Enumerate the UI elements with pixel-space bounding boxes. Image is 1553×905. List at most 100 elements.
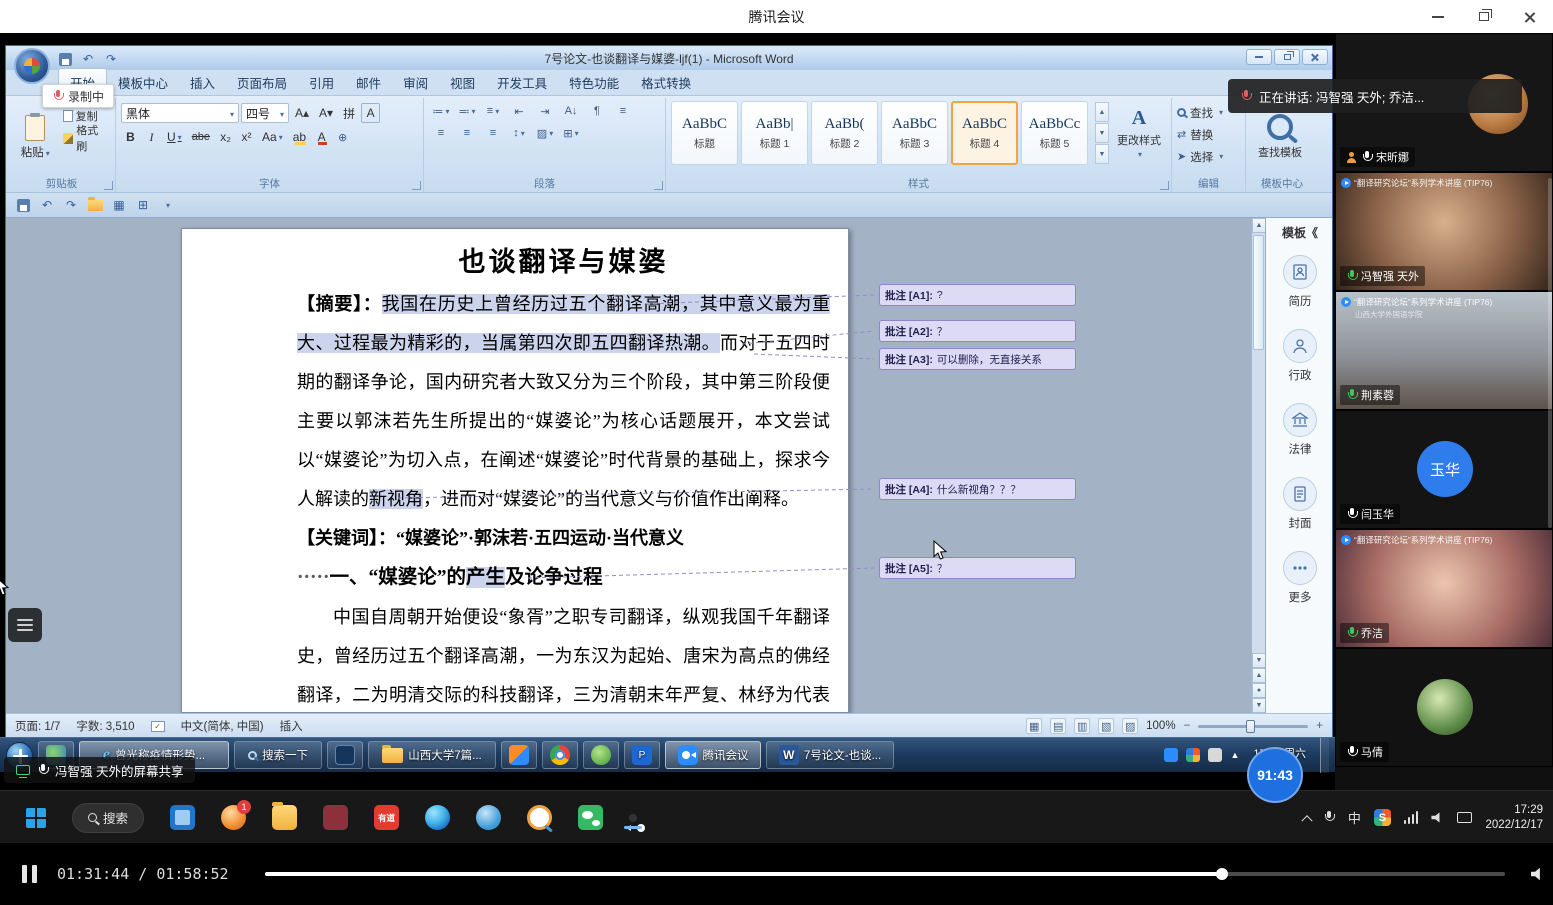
open-button[interactable] xyxy=(86,196,104,214)
style-item-heading2[interactable]: AaBb(标题 2 xyxy=(811,101,878,165)
task-view-button[interactable] xyxy=(170,805,195,830)
comment-a5[interactable]: 批注 [A5]:？ xyxy=(879,557,1076,579)
grow-font-button[interactable]: A▴ xyxy=(291,103,313,123)
folder-window-button[interactable]: 山西大学7篇... xyxy=(368,741,496,769)
edge-button[interactable] xyxy=(425,805,450,830)
participant-tile-fengzhiqiang[interactable]: “翻译研究论坛”系列学术讲座 (TIP76) 冯智强 天外 xyxy=(1335,172,1553,291)
shading-button[interactable]: ▨ xyxy=(533,123,557,143)
sogou-icon[interactable]: S xyxy=(1374,809,1391,826)
start-button[interactable] xyxy=(26,808,46,828)
comment-a4[interactable]: 批注 [A4]:什么新视角？？？ xyxy=(879,478,1076,500)
undo-button[interactable]: ↶ xyxy=(38,196,56,214)
meeting-toolbar-toggle[interactable] xyxy=(8,608,42,642)
fullscreen-view-button[interactable]: ▤ xyxy=(1050,718,1066,734)
styles-scroll-up-button[interactable]: ▲ xyxy=(1095,102,1109,122)
page-indicator[interactable]: 页面: 1/7 xyxy=(15,718,60,734)
seek-bar[interactable] xyxy=(265,872,1505,876)
volume-icon[interactable] xyxy=(1531,867,1547,882)
line-spacing-button[interactable]: ↕ xyxy=(507,123,531,143)
next-page-button[interactable]: ▼ xyxy=(1252,698,1266,713)
template-panel-header[interactable]: 模板《 xyxy=(1282,224,1318,241)
highlight-color-button[interactable]: ab xyxy=(289,127,310,147)
zoom-slider-thumb[interactable] xyxy=(1246,720,1255,733)
tab-page-layout[interactable]: 页面布局 xyxy=(226,69,298,95)
style-item-heading4[interactable]: AaBbC标题 4 xyxy=(951,101,1018,165)
template-item-more[interactable]: 更多 xyxy=(1283,551,1317,605)
desktop-window-button[interactable] xyxy=(327,741,363,769)
tab-references[interactable]: 引用 xyxy=(298,69,345,95)
redo-button[interactable]: ↷ xyxy=(102,50,120,68)
voice-input-icon[interactable] xyxy=(1324,811,1335,824)
template-item-law[interactable]: 法律 xyxy=(1283,403,1317,457)
show-desktop-button[interactable] xyxy=(1320,738,1329,773)
draw-borders-button[interactable]: ⊞ xyxy=(134,196,152,214)
align-left-button[interactable]: ≡ xyxy=(611,101,635,121)
justify-button[interactable]: ≡ xyxy=(481,123,505,143)
search-window-button[interactable]: 搜索一下 xyxy=(234,741,322,769)
styles-more-button[interactable]: ▼ xyxy=(1095,144,1109,164)
phonetic-guide-button[interactable]: 拼 xyxy=(339,103,359,123)
tray-icon[interactable] xyxy=(1186,748,1200,762)
scroll-down-button[interactable]: ▼ xyxy=(1252,653,1266,668)
web-layout-view-button[interactable]: ▥ xyxy=(1074,718,1090,734)
close-button[interactable] xyxy=(1507,0,1553,33)
print-layout-view-button[interactable]: ▦ xyxy=(1026,718,1042,734)
comment-a1[interactable]: 批注 [A1]:? xyxy=(879,284,1076,306)
styles-scroll-down-button[interactable]: ▼ xyxy=(1095,123,1109,143)
ime-indicator[interactable]: 中 xyxy=(1348,808,1361,827)
style-item-heading3[interactable]: AaBbC标题 3 xyxy=(881,101,948,165)
save-button[interactable] xyxy=(14,196,32,214)
select-button[interactable]: ➤选择 xyxy=(1177,147,1240,166)
meeting-app-button[interactable] xyxy=(629,814,637,822)
style-item-heading1[interactable]: AaBb|标题 1 xyxy=(741,101,808,165)
previous-page-button[interactable]: ▲ xyxy=(1252,668,1266,683)
pause-button[interactable] xyxy=(22,865,37,883)
template-item-cover[interactable]: 封面 xyxy=(1283,477,1317,531)
browser-360-button[interactable] xyxy=(583,741,619,769)
network-icon[interactable] xyxy=(1404,812,1419,824)
tab-review[interactable]: 审阅 xyxy=(392,69,439,95)
video-app-button[interactable] xyxy=(501,741,537,769)
office-button[interactable] xyxy=(14,48,50,84)
paste-button[interactable]: 粘贴 xyxy=(13,101,58,173)
bullets-button[interactable]: ≔ xyxy=(429,101,453,121)
enclose-characters-button[interactable]: ⊕ xyxy=(333,127,352,147)
font-size-select[interactable]: 四号 xyxy=(241,103,289,123)
vertical-scrollbar[interactable]: ▲ ▼ ▲ ● ▼ xyxy=(1251,218,1265,713)
clipboard-dialog-launcher[interactable] xyxy=(104,181,113,190)
tab-special-features[interactable]: 特色功能 xyxy=(558,69,630,95)
chrome-button[interactable] xyxy=(542,741,578,769)
word-count[interactable]: 字数: 3,510 xyxy=(76,718,134,734)
participant-tile-yanyuhua[interactable]: 玉华 闫玉华 xyxy=(1335,410,1553,529)
style-item-heading5[interactable]: AaBbCc标题 5 xyxy=(1021,101,1088,165)
touch-keyboard-icon[interactable] xyxy=(1457,812,1472,823)
tray-expand-icon[interactable]: ▲ xyxy=(1230,750,1239,760)
underline-button[interactable]: U xyxy=(163,127,186,147)
tray-expand-icon[interactable] xyxy=(1301,815,1312,826)
show-marks-button[interactable]: ¶ xyxy=(585,101,609,121)
spellcheck-icon[interactable]: ✓ xyxy=(151,721,165,732)
bold-button[interactable]: B xyxy=(121,127,140,147)
tab-insert[interactable]: 插入 xyxy=(179,69,226,95)
change-styles-button[interactable]: A 更改样式 xyxy=(1113,101,1165,165)
scroll-up-button[interactable]: ▲ xyxy=(1252,218,1266,233)
tab-format-convert[interactable]: 格式转换 xyxy=(630,69,702,95)
participant-tile-maqian[interactable]: 马倩 xyxy=(1335,648,1553,767)
volume-icon[interactable] xyxy=(1431,812,1444,824)
redo-button[interactable]: ↷ xyxy=(62,196,80,214)
tray-icon[interactable] xyxy=(1208,748,1222,762)
meeting-app-button[interactable]: 腾讯会议 xyxy=(665,741,761,769)
strikethrough-button[interactable]: abe xyxy=(188,127,214,147)
participant-tile-qiaojie[interactable]: “翻译研究论坛”系列学术讲座 (TIP76) 乔洁 xyxy=(1335,529,1553,648)
font-dialog-launcher[interactable] xyxy=(412,181,421,190)
browser-button[interactable]: 1 xyxy=(221,805,246,830)
browser-blue-button[interactable] xyxy=(476,805,501,830)
numbering-button[interactable]: ≕ xyxy=(455,101,479,121)
pdf-app-button[interactable]: P xyxy=(624,741,660,769)
tray-icon[interactable] xyxy=(1164,748,1178,762)
increase-indent-button[interactable]: ⇥ xyxy=(533,101,557,121)
zoom-level[interactable]: 100% xyxy=(1146,720,1175,732)
tab-mailings[interactable]: 邮件 xyxy=(345,69,392,95)
wechat-button[interactable] xyxy=(578,805,603,830)
comment-a3[interactable]: 批注 [A3]:可以删除，无直接关系 xyxy=(879,348,1076,370)
